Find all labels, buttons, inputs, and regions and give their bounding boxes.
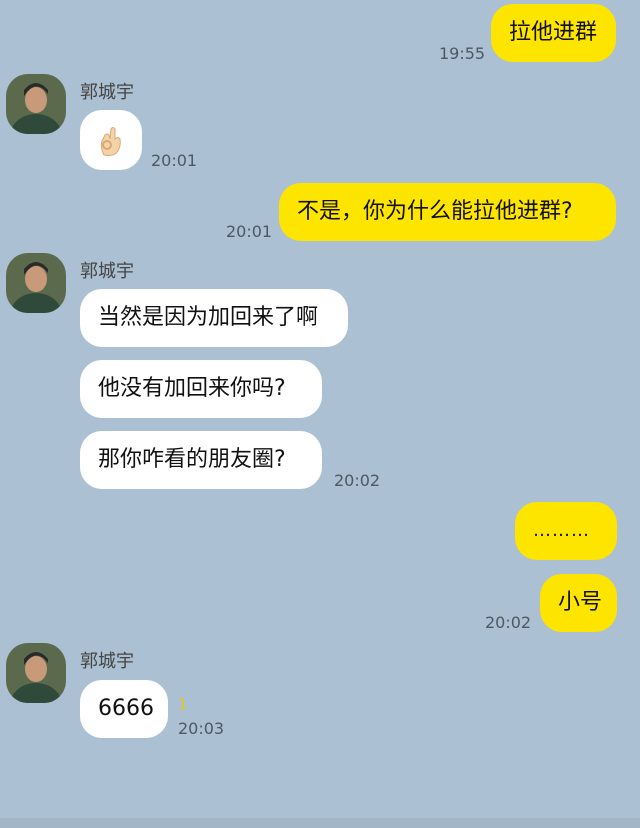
message-bubble[interactable]: 他没有加回来你吗? <box>80 360 322 418</box>
message-time: 20:01 <box>151 151 198 170</box>
message-time: 20:02 <box>485 613 532 632</box>
message-bubble[interactable]: 6666 <box>80 680 168 738</box>
contact-avatar[interactable] <box>6 74 66 134</box>
sender-name: 郭城宇 <box>80 261 134 282</box>
unread-count: 1 <box>178 697 187 713</box>
message-time: 20:02 <box>334 471 381 490</box>
my-message-bubble[interactable]: 小号 <box>540 574 617 632</box>
emoji-message-bubble[interactable] <box>80 110 142 170</box>
sender-name: 郭城宇 <box>80 82 134 103</box>
message-time: 20:01 <box>226 222 273 241</box>
input-bar-edge <box>0 818 640 828</box>
message-time: 19:55 <box>439 44 486 63</box>
my-message-bubble[interactable]: 不是，你为什么能拉他进群? <box>279 183 616 241</box>
contact-avatar[interactable] <box>6 253 66 313</box>
ok-hand-emoji-icon <box>100 127 121 156</box>
message-time: 20:03 <box>178 719 225 738</box>
my-message-bubble[interactable]: 拉他进群 <box>491 4 616 62</box>
message-bubble[interactable]: 那你咋看的朋友圈? <box>80 431 322 489</box>
my-message-bubble[interactable]: ……… <box>515 502 617 560</box>
contact-avatar[interactable] <box>6 643 66 703</box>
sender-name: 郭城宇 <box>80 651 134 672</box>
message-bubble[interactable]: 当然是因为加回来了啊 <box>80 289 348 347</box>
